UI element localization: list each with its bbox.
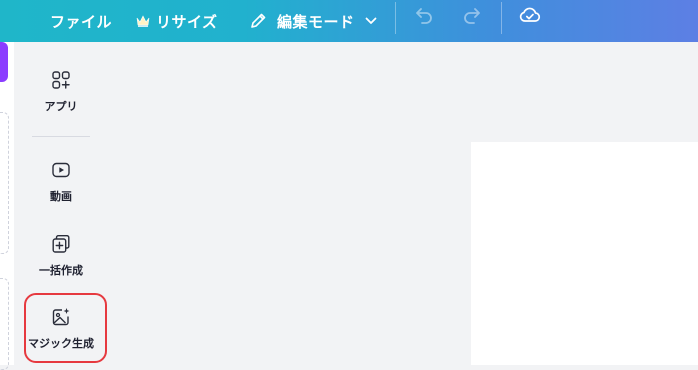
- save-status-button[interactable]: [519, 0, 541, 30]
- toolbar-divider: [395, 2, 396, 34]
- undo-icon: [416, 8, 432, 24]
- undo-button[interactable]: [414, 0, 434, 30]
- video-play-icon: [51, 160, 71, 180]
- design-canvas[interactable]: [471, 142, 698, 365]
- file-menu-button[interactable]: ファイル: [50, 0, 112, 42]
- sidebar-item-label: 一括作成: [39, 264, 83, 277]
- edit-mode-dropdown[interactable]: 編集モード: [249, 0, 377, 42]
- resize-button[interactable]: リサイズ: [136, 0, 218, 42]
- sidebar-item-video[interactable]: 動画: [14, 160, 108, 204]
- redo-button[interactable]: [462, 0, 482, 30]
- top-toolbar: ファイル リサイズ 編集モード: [0, 0, 698, 42]
- sidebar-item-bulk-create[interactable]: 一括作成: [14, 234, 108, 278]
- pencil-icon: [251, 13, 266, 28]
- crown-icon: [136, 15, 150, 27]
- redo-icon: [464, 8, 480, 24]
- chevron-down-icon: [365, 17, 376, 24]
- sidebar-item-label: アプリ: [44, 100, 78, 113]
- sidebar-divider: [32, 136, 90, 137]
- highlight-annotation: [24, 293, 107, 363]
- edit-mode-label: 編集モード: [277, 12, 355, 31]
- toolbar-divider: [501, 2, 502, 34]
- sidebar-item-label: 動画: [50, 190, 72, 203]
- file-menu-label: ファイル: [50, 12, 113, 31]
- bulk-create-icon: [51, 234, 71, 254]
- dashed-placeholder: [0, 112, 9, 254]
- cloud-check-icon: [519, 7, 541, 22]
- sidebar-item-apps[interactable]: アプリ: [14, 70, 108, 114]
- dashed-placeholder: [0, 278, 9, 370]
- active-panel-indicator[interactable]: [0, 42, 8, 82]
- object-panel-edge: [0, 42, 14, 370]
- apps-icon: [51, 70, 71, 90]
- resize-label: リサイズ: [156, 12, 218, 31]
